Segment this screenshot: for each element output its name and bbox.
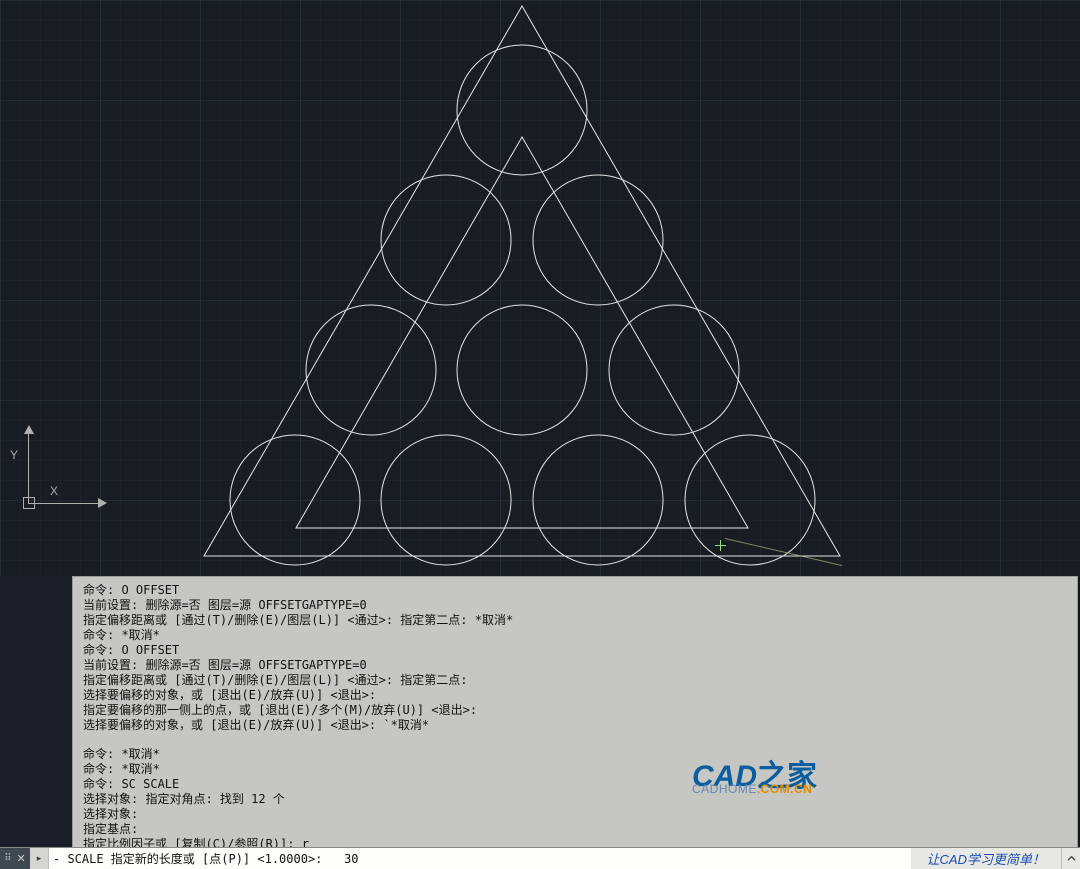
history-line: 当前设置: 删除源=否 图层=源 OFFSETGAPTYPE=0 xyxy=(83,598,1067,613)
history-line: 指定基点: xyxy=(83,822,1067,837)
history-expand-button[interactable] xyxy=(1061,848,1080,869)
chevron-right-icon: ▸ xyxy=(37,853,42,864)
ucs-x-label: X xyxy=(50,484,58,498)
history-line: 选择要偏移的对象，或 [退出(E)/放弃(U)] <退出>: `*取消* xyxy=(83,718,1067,733)
command-tagline: 让CAD学习更简单！ xyxy=(911,849,1061,868)
history-line xyxy=(83,733,1067,747)
history-line: 命令: SC SCALE xyxy=(83,777,1067,792)
history-line: 选择对象: 指定对角点: 找到 12 个 xyxy=(83,792,1067,807)
ucs-y-label: Y xyxy=(10,448,18,462)
history-line: 指定偏移距离或 [通过(T)/删除(E)/图层(L)] <通过>: 指定第二点: xyxy=(83,673,1067,688)
command-menu-button[interactable]: ▸ xyxy=(30,848,49,869)
history-line: 选择对象: xyxy=(83,807,1067,822)
history-gutter xyxy=(0,576,72,848)
history-line: 命令: *取消* xyxy=(83,747,1067,762)
grip-dots-icon: ⠿ xyxy=(4,853,10,864)
history-line: 命令: O OFFSET xyxy=(83,583,1067,598)
history-line: 指定偏移距离或 [通过(T)/删除(E)/图层(L)] <通过>: 指定第二点:… xyxy=(83,613,1067,628)
history-line: 命令: *取消* xyxy=(83,762,1067,777)
chevron-up-icon xyxy=(1067,854,1076,863)
drawing-canvas[interactable]: X Y xyxy=(0,0,1080,576)
close-icon[interactable]: ✕ xyxy=(17,852,26,865)
history-line: 当前设置: 删除源=否 图层=源 OFFSETGAPTYPE=0 xyxy=(83,658,1067,673)
commandbar-grip[interactable]: ⠿ ✕ xyxy=(0,848,30,869)
command-history[interactable]: 命令: O OFFSET当前设置: 删除源=否 图层=源 OFFSETGAPTY… xyxy=(72,576,1078,848)
history-line: 选择要偏移的对象，或 [退出(E)/放弃(U)] <退出>: xyxy=(83,688,1067,703)
command-input[interactable] xyxy=(49,848,911,869)
command-bar: ⠿ ✕ ▸ 让CAD学习更简单！ xyxy=(0,847,1080,869)
cad-drawing xyxy=(0,0,1080,576)
history-line: 命令: O OFFSET xyxy=(83,643,1067,658)
history-line: 指定要偏移的那一侧上的点，或 [退出(E)/多个(M)/放弃(U)] <退出>: xyxy=(83,703,1067,718)
history-line: 命令: *取消* xyxy=(83,628,1067,643)
